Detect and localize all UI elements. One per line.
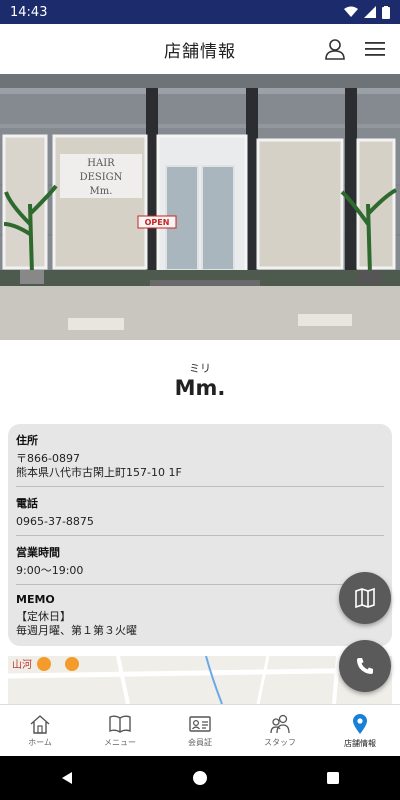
- shop-name: Mm.: [174, 376, 226, 400]
- nav-member-card[interactable]: 会員証: [160, 705, 240, 756]
- open-sign: OPEN: [145, 218, 170, 227]
- hours-label: 営業時間: [16, 546, 60, 559]
- member-card-icon: [189, 715, 211, 732]
- memo-label: MEMO: [16, 593, 55, 606]
- phone-number[interactable]: 0965-37-8875: [16, 515, 384, 529]
- nav-menu-label: メニュー: [104, 737, 136, 747]
- menu-button[interactable]: [362, 36, 388, 62]
- phone-row: 電話 0965-37-8875: [16, 487, 384, 536]
- sign-design: DESIGN: [80, 172, 123, 183]
- restaurant-pin-icon-2: [65, 657, 79, 671]
- nav-home[interactable]: ホーム: [0, 705, 80, 756]
- address-label: 住所: [16, 434, 38, 447]
- system-navigation-bar: [0, 756, 400, 800]
- nav-staff[interactable]: スタッフ: [240, 705, 320, 756]
- wifi-icon: [344, 6, 358, 17]
- nav-shop-info-label: 店舗情報: [344, 738, 376, 748]
- book-icon: [109, 715, 131, 733]
- nav-home-label: ホーム: [28, 737, 52, 747]
- battery-icon: [382, 5, 390, 19]
- page-title: 店舗情報: [164, 41, 236, 62]
- restaurant-pin-icon: [37, 657, 51, 671]
- location-pin-icon: [353, 713, 367, 734]
- system-icons: [344, 5, 390, 19]
- hours-text: 9:00〜19:00: [16, 564, 84, 577]
- back-icon[interactable]: [59, 770, 75, 786]
- map-icon: [355, 587, 375, 609]
- account-button[interactable]: [322, 36, 348, 62]
- home-circle-icon[interactable]: [192, 770, 208, 786]
- hours-row: 営業時間 9:00〜19:00: [16, 536, 384, 585]
- sign-mm: Mm.: [90, 186, 113, 197]
- map-place-label: 山河: [12, 659, 32, 671]
- nav-staff-label: スタッフ: [264, 737, 296, 747]
- bottom-navigation: ホーム メニュー 会員証 スタッフ 店舗情報: [0, 704, 400, 756]
- phone-label: 電話: [16, 497, 38, 510]
- recents-icon[interactable]: [325, 770, 341, 786]
- home-icon: [30, 714, 50, 734]
- address-text: 熊本県八代市古閑上町157-10 1F: [16, 466, 182, 479]
- hamburger-icon: [365, 42, 385, 56]
- phone-icon: [357, 658, 373, 674]
- call-button[interactable]: [339, 640, 391, 692]
- nav-member-card-label: 会員証: [188, 737, 212, 747]
- address-row: 住所 〒866-0897 熊本県八代市古閑上町157-10 1F: [16, 424, 384, 487]
- memo-holiday-text: 毎週月曜、第１第３火曜: [16, 624, 137, 637]
- signal-icon: [364, 6, 376, 18]
- postal-code: 〒866-0897: [16, 452, 80, 465]
- user-icon: [325, 39, 345, 60]
- shop-name-ruby: ミリ: [189, 362, 211, 375]
- status-bar: 14:43: [0, 0, 400, 24]
- memo-row: MEMO 【定休日】 毎週月曜、第１第３火曜: [16, 585, 384, 644]
- storefront-photo: HAIR DESIGN Mm. OPEN: [0, 74, 400, 340]
- open-map-button[interactable]: [339, 572, 391, 624]
- staff-icon: [270, 714, 290, 733]
- nav-menu[interactable]: メニュー: [80, 705, 160, 756]
- nav-shop-info[interactable]: 店舗情報: [320, 705, 400, 756]
- map-view[interactable]: 山河: [8, 656, 392, 704]
- sign-hair: HAIR: [87, 158, 115, 169]
- app-header: 店舗情報: [0, 24, 400, 74]
- memo-holiday-title: 【定休日】: [16, 610, 71, 623]
- shop-info-card: 住所 〒866-0897 熊本県八代市古閑上町157-10 1F 電話 0965…: [8, 424, 392, 646]
- status-time: 14:43: [10, 4, 48, 20]
